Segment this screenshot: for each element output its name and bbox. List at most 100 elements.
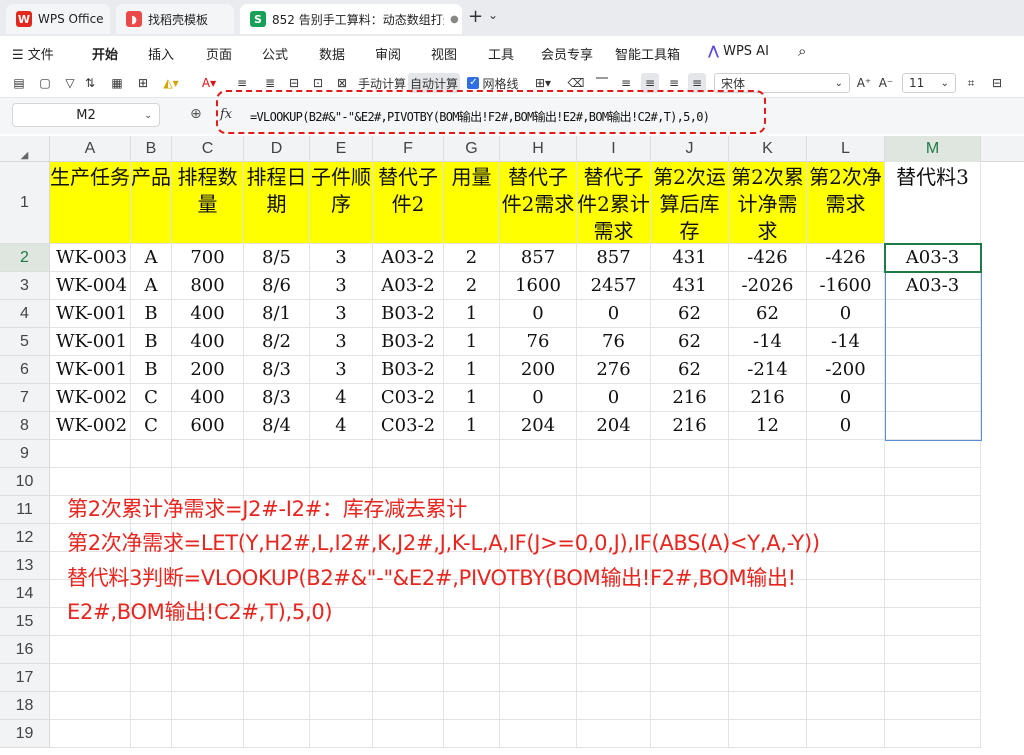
empty-cell[interactable] — [244, 664, 310, 692]
empty-cell[interactable] — [885, 580, 981, 608]
empty-cell[interactable] — [172, 692, 244, 720]
data-cell[interactable]: 700 — [172, 244, 244, 272]
header-cell[interactable]: 第2次运算后库存 — [651, 162, 729, 244]
empty-cell[interactable] — [729, 720, 807, 748]
row-header[interactable]: 3 — [0, 272, 50, 300]
column-header[interactable]: J — [651, 136, 729, 162]
empty-cell[interactable] — [373, 468, 444, 496]
empty-cell[interactable] — [50, 664, 131, 692]
data-cell[interactable]: 1 — [444, 328, 500, 356]
format-painter-icon[interactable]: ▤ — [10, 73, 28, 93]
empty-cell[interactable] — [885, 440, 981, 468]
empty-cell[interactable] — [807, 720, 885, 748]
empty-cell[interactable] — [885, 552, 981, 580]
empty-cell[interactable] — [444, 636, 500, 664]
row-header[interactable]: 18 — [0, 692, 50, 720]
font-color-icon[interactable]: A▾ — [198, 73, 220, 93]
data-cell[interactable]: 204 — [500, 412, 577, 440]
header-cell[interactable]: 第2次净需求 — [807, 162, 885, 244]
column-header[interactable]: H — [500, 136, 577, 162]
empty-cell[interactable] — [500, 440, 577, 468]
empty-cell[interactable] — [444, 440, 500, 468]
empty-cell[interactable] — [310, 636, 373, 664]
data-cell[interactable]: WK-001 — [50, 356, 131, 384]
menu-view[interactable]: 视图 — [431, 44, 457, 63]
menu-tools[interactable]: 工具 — [488, 44, 514, 63]
data-cell[interactable]: 3 — [310, 272, 373, 300]
empty-cell[interactable] — [807, 580, 885, 608]
data-cell[interactable]: -14 — [729, 328, 807, 356]
empty-cell[interactable] — [729, 468, 807, 496]
empty-cell[interactable] — [651, 440, 729, 468]
data-cell[interactable]: 857 — [577, 244, 651, 272]
data-cell[interactable]: B03-2 — [373, 300, 444, 328]
data-cell[interactable]: 2457 — [577, 272, 651, 300]
data-cell[interactable]: B — [131, 356, 172, 384]
column-header[interactable]: I — [577, 136, 651, 162]
empty-cell[interactable] — [310, 720, 373, 748]
empty-cell[interactable] — [577, 692, 651, 720]
chevron-down-icon[interactable]: ⌄ — [144, 110, 152, 121]
row-header[interactable]: 17 — [0, 664, 50, 692]
row-header[interactable]: 11 — [0, 496, 50, 524]
data-cell[interactable]: WK-001 — [50, 300, 131, 328]
data-cell[interactable]: A03-3 — [885, 244, 981, 272]
data-cell[interactable] — [885, 356, 981, 384]
header-cell[interactable]: 排程日期 — [244, 162, 310, 244]
tab-docer-templates[interactable]: ◗ 找稻壳模板 — [116, 4, 234, 34]
empty-cell[interactable] — [131, 440, 172, 468]
data-cell[interactable]: -214 — [729, 356, 807, 384]
empty-cell[interactable] — [310, 440, 373, 468]
data-cell[interactable]: 3 — [310, 328, 373, 356]
data-cell[interactable]: WK-002 — [50, 412, 131, 440]
menu-home[interactable]: 开始 — [92, 44, 118, 63]
data-cell[interactable]: 2 — [444, 272, 500, 300]
data-cell[interactable]: 76 — [577, 328, 651, 356]
empty-cell[interactable] — [651, 720, 729, 748]
empty-cell[interactable] — [444, 664, 500, 692]
empty-cell[interactable] — [244, 440, 310, 468]
empty-cell[interactable] — [500, 692, 577, 720]
data-cell[interactable]: A03-2 — [373, 244, 444, 272]
empty-cell[interactable] — [577, 720, 651, 748]
empty-cell[interactable] — [885, 468, 981, 496]
row-header[interactable]: 1 — [0, 162, 50, 244]
empty-cell[interactable] — [651, 636, 729, 664]
data-cell[interactable]: 4 — [310, 384, 373, 412]
empty-cell[interactable] — [373, 608, 444, 636]
empty-cell[interactable] — [131, 664, 172, 692]
data-cell[interactable]: 8/2 — [244, 328, 310, 356]
row-header[interactable]: 5 — [0, 328, 50, 356]
column-header[interactable]: L — [807, 136, 885, 162]
data-cell[interactable]: C03-2 — [373, 384, 444, 412]
data-cell[interactable]: 857 — [500, 244, 577, 272]
data-cell[interactable]: 0 — [577, 300, 651, 328]
empty-cell[interactable] — [310, 664, 373, 692]
data-cell[interactable]: 0 — [807, 412, 885, 440]
empty-cell[interactable] — [651, 608, 729, 636]
empty-cell[interactable] — [807, 636, 885, 664]
row-header[interactable]: 10 — [0, 468, 50, 496]
more-icon[interactable]: ⊟ — [988, 73, 1006, 93]
data-cell[interactable]: 3 — [310, 244, 373, 272]
empty-cell[interactable] — [131, 468, 172, 496]
empty-cell[interactable] — [244, 468, 310, 496]
paste-icon[interactable]: ▢ — [36, 73, 54, 93]
search-icon[interactable]: ⌕ — [798, 42, 806, 60]
empty-cell[interactable] — [651, 496, 729, 524]
empty-cell[interactable] — [729, 664, 807, 692]
data-cell[interactable]: 200 — [172, 356, 244, 384]
empty-cell[interactable] — [50, 440, 131, 468]
empty-cell[interactable] — [50, 720, 131, 748]
data-cell[interactable]: -426 — [807, 244, 885, 272]
header-cell[interactable]: 生产任务 — [50, 162, 131, 244]
empty-cell[interactable] — [885, 692, 981, 720]
row-header[interactable]: 12 — [0, 524, 50, 552]
header-cell[interactable]: 替代子件2需求 — [500, 162, 577, 244]
empty-cell[interactable] — [373, 440, 444, 468]
empty-cell[interactable] — [131, 636, 172, 664]
data-cell[interactable]: 0 — [500, 384, 577, 412]
empty-cell[interactable] — [807, 468, 885, 496]
data-cell[interactable]: B — [131, 328, 172, 356]
data-cell[interactable] — [885, 300, 981, 328]
